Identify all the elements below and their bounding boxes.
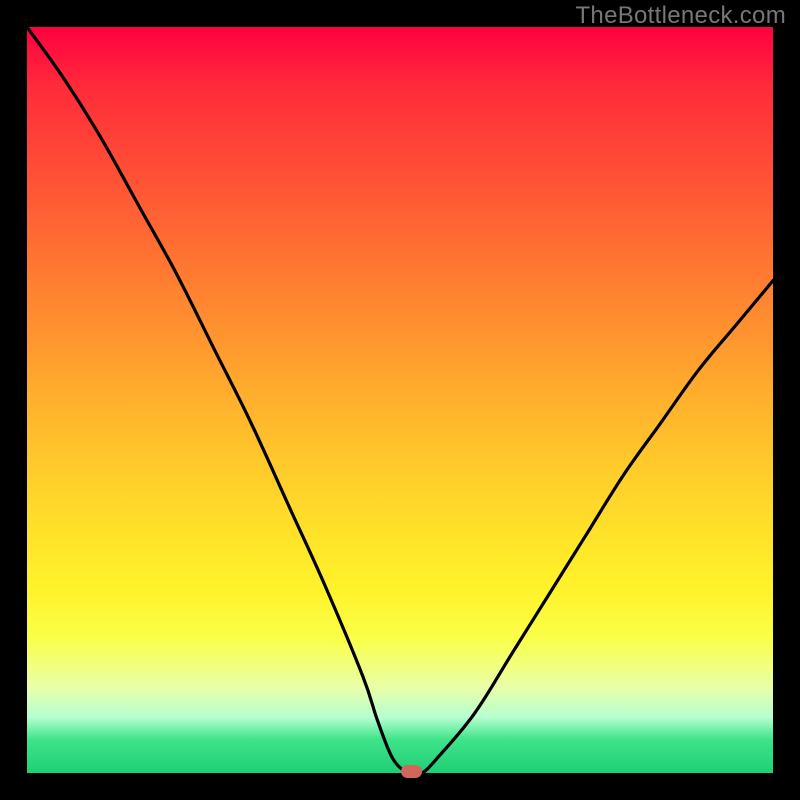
plot-area (27, 27, 773, 773)
curve-path (27, 27, 773, 773)
chart-frame: TheBottleneck.com (0, 0, 800, 800)
bottleneck-curve (27, 27, 773, 773)
minimum-marker (401, 765, 422, 778)
watermark-text: TheBottleneck.com (575, 2, 786, 30)
